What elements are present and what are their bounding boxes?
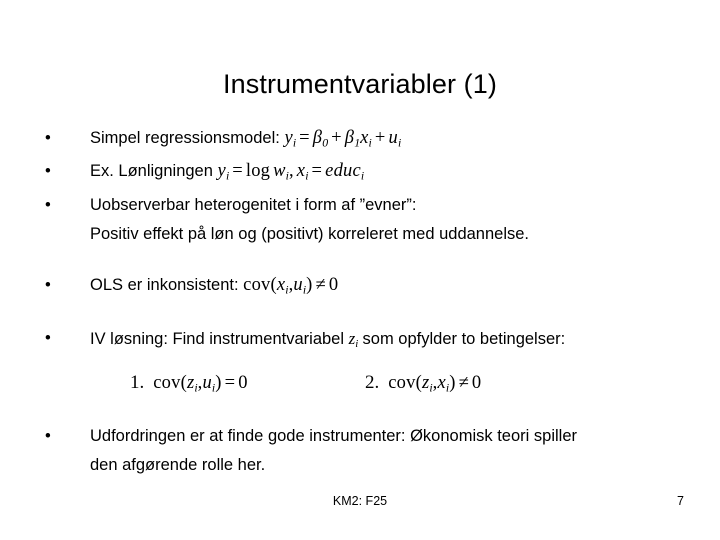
math-sub-i: i (305, 168, 309, 183)
math-sub-0: 0 (322, 135, 329, 150)
iv-conditions-row: 1. cov(zi,ui) = 0 2. cov(zi,xi) ≠ 0 (0, 372, 720, 406)
math-cov: cov (243, 274, 271, 295)
bullet-glyph-icon: • (45, 195, 51, 214)
math-sub-i: i (368, 135, 372, 150)
math-zero: 0 (328, 274, 339, 295)
bullet-subtext: Positiv effekt på løn og (positivt) korr… (90, 224, 529, 243)
inline-symbol-z: zi (349, 329, 363, 350)
bullet-text-before: IV løsning: Find instrumentvariabel (90, 329, 345, 348)
math-plus: + (374, 128, 386, 148)
slide-body: • Simpel regressionsmodel: yi = β0 + β1xi + ui… (0, 124, 720, 359)
formula-condition-1: cov(zi,ui) = 0 (153, 373, 248, 394)
slide-footer: KM2: F25 7 (0, 494, 720, 514)
math-var-x: x (360, 128, 369, 148)
math-var-x: x (437, 373, 446, 393)
math-neq: ≠ (458, 373, 469, 393)
math-var-u: u (388, 128, 398, 148)
math-plus: + (331, 128, 342, 148)
math-rparen: ) (449, 373, 456, 393)
formula-regression-model: yi = β0 + β1xi + ui (284, 128, 402, 150)
slide-body-lower: • Udfordringen er at finde gode instrume… (0, 422, 720, 480)
condition-number: 1. (130, 372, 145, 393)
math-sub-i: i (225, 168, 230, 183)
math-var-u: u (293, 274, 303, 295)
math-var-x: x (296, 161, 306, 182)
condition-number: 2. (365, 372, 380, 393)
bullet-glyph-icon: • (45, 275, 51, 294)
math-eq: = (311, 161, 323, 182)
math-var-y: y (284, 128, 293, 148)
bullet-text: Simpel regressionsmodel: (90, 129, 280, 147)
page-title: Instrumentvariabler (1) (223, 69, 497, 100)
math-sub-i: i (360, 168, 365, 183)
iv-condition-1: 1. cov(zi,ui) = 0 (130, 372, 248, 395)
math-eq: = (299, 128, 310, 148)
bullet-text: Udfordringen er at finde gode instrument… (90, 427, 577, 445)
math-zero: 0 (238, 373, 248, 393)
bullet-item-challenge: • Udfordringen er at finde gode instrume… (0, 422, 720, 480)
math-cov: cov (153, 373, 181, 393)
footer-course-label: KM2: F25 (332, 494, 388, 508)
bullet-glyph-icon: • (45, 328, 51, 347)
math-var-w: w (273, 161, 286, 182)
bullet-glyph-icon: • (45, 162, 51, 181)
math-rparen: ) (215, 373, 222, 393)
math-rparen: ) (306, 274, 313, 295)
math-sub-i: i (292, 135, 297, 150)
math-beta: β (344, 128, 355, 148)
formula-wage-equation: yi = log wi, xi = educi (217, 161, 365, 183)
math-sub-i: i (355, 337, 359, 350)
bullet-text: OLS er inkonsistent: (90, 275, 239, 294)
bullet-item-regression-model: • Simpel regressionsmodel: yi = β0 + β1xi + ui (0, 124, 720, 157)
page-number: 7 (677, 494, 684, 508)
math-zero: 0 (471, 373, 482, 393)
math-neq: ≠ (315, 274, 326, 295)
bullet-item-unobserved-heterogeneity: • Uobserverbar heterogenitet i form af ”… (0, 191, 720, 249)
bullet-item-wage-equation: • Ex. Lønligningen yi = log wi, xi = educi (0, 157, 720, 190)
bullet-glyph-icon: • (45, 129, 51, 147)
bullet-text-after: som opfylder to betingelser: (362, 329, 566, 348)
math-log: log (245, 161, 271, 182)
bullet-item-ols-inconsistent: • OLS er inkonsistent: cov(xi,ui) ≠ 0 (0, 271, 720, 304)
bullet-glyph-icon: • (45, 427, 51, 445)
math-eq: = (224, 373, 236, 393)
math-cov: cov (388, 373, 416, 393)
math-var-u: u (202, 373, 212, 393)
bullet-text: Ex. Lønligningen (90, 162, 213, 181)
math-sub-i: i (397, 135, 402, 150)
slide-canvas: Instrumentvariabler (1) • Simpel regress… (0, 0, 720, 540)
formula-ols-inconsistency: cov(xi,ui) ≠ 0 (243, 274, 339, 296)
bullet-text: Uobserverbar heterogenitet i form af ”ev… (90, 195, 417, 214)
iv-condition-2: 2. cov(zi,xi) ≠ 0 (365, 372, 481, 395)
math-comma: , (288, 161, 294, 182)
bullet-subtext: den afgørende rolle her. (90, 456, 266, 474)
math-eq: = (232, 161, 243, 182)
math-beta: β (312, 128, 323, 148)
math-var-y: y (217, 161, 226, 182)
bullet-item-iv-solution: • IV løsning: Find instrumentvariabel zi… (0, 324, 720, 359)
formula-condition-2: cov(zi,xi) ≠ 0 (388, 373, 482, 394)
math-var-educ: educ (325, 161, 361, 182)
